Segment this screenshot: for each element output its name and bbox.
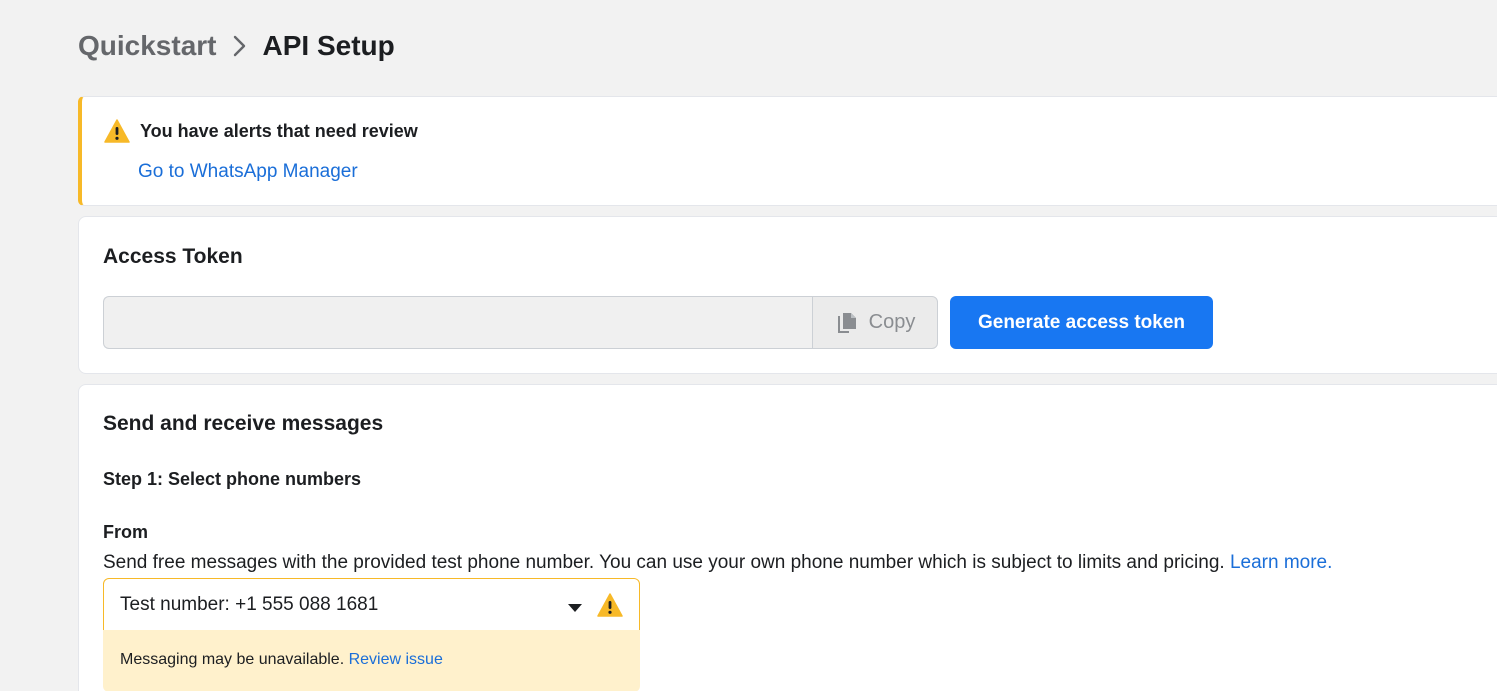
api-setup-page: Quickstart API Setup You have alerts tha… [0, 0, 1497, 691]
alert-banner: You have alerts that need review Go to W… [78, 96, 1497, 206]
copy-button[interactable]: Copy [812, 296, 938, 349]
messaging-warning: Messaging may be unavailable. Review iss… [103, 630, 640, 691]
alert-header: You have alerts that need review [104, 119, 418, 143]
send-receive-title: Send and receive messages [103, 412, 384, 435]
generate-access-token-button[interactable]: Generate access token [950, 296, 1213, 349]
from-number-select[interactable]: Test number: +1 555 088 1681 [103, 578, 640, 631]
learn-more-link[interactable]: Learn more. [1230, 552, 1332, 573]
access-token-title: Access Token [103, 245, 243, 268]
from-label: From [103, 522, 148, 542]
copy-label: Copy [868, 311, 916, 333]
selected-number: Test number: +1 555 088 1681 [120, 593, 379, 615]
access-token-field[interactable] [103, 296, 813, 349]
caret-down-icon [567, 600, 583, 612]
copy-icon [835, 311, 859, 335]
messaging-warning-text: Messaging may be unavailable. [120, 651, 345, 668]
warning-icon [104, 119, 130, 143]
review-issue-link[interactable]: Review issue [349, 651, 443, 668]
from-description-text: Send free messages with the provided tes… [103, 552, 1225, 573]
chevron-right-icon [223, 29, 257, 63]
page-title: API Setup [262, 30, 395, 61]
send-receive-card: Send and receive messages Step 1: Select… [78, 384, 1497, 691]
warning-icon [597, 592, 623, 617]
alert-title: You have alerts that need review [140, 120, 418, 141]
whatsapp-manager-link[interactable]: Go to WhatsApp Manager [138, 161, 358, 183]
breadcrumb-quickstart[interactable]: Quickstart [78, 29, 217, 63]
access-token-card: Access Token Copy Generate access token [78, 216, 1497, 374]
from-description: Send free messages with the provided tes… [103, 552, 1332, 574]
breadcrumb: Quickstart API Setup [78, 29, 395, 63]
step-1-title: Step 1: Select phone numbers [103, 469, 362, 489]
